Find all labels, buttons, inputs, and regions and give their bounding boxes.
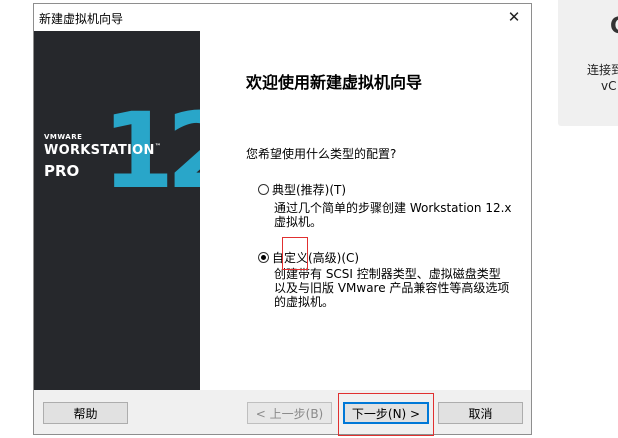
typical-radio[interactable] [258, 184, 269, 195]
typical-desc-line1: 通过几个简单的步骤创建 Workstation 12.x [274, 201, 512, 215]
wizard-content: 欢迎使用新建虚拟机向导 您希望使用什么类型的配置? 典型(推荐)(T) 通过几个… [200, 31, 531, 390]
banner-product-name: WORKSTATION™ [44, 143, 161, 158]
cancel-button[interactable]: 取消 [438, 402, 523, 424]
custom-desc-line1: 创建带有 SCSI 控制器类型、虚拟磁盘类型 [274, 267, 501, 281]
dialog-titlebar[interactable]: 新建虚拟机向导 ✕ [34, 4, 531, 31]
custom-desc-line3: 的虚拟机。 [274, 295, 335, 309]
custom-desc-line2: 以及与旧版 VMware 产品兼容性等高级选项 [274, 281, 510, 295]
banner-brand: VMWARE [44, 133, 83, 141]
vcenter-card-icon: C [610, 14, 618, 39]
welcome-heading: 欢迎使用新建虚拟机向导 [246, 73, 423, 92]
vcenter-card-label-line1: 连接到 [587, 63, 618, 77]
typical-radio-label[interactable]: 典型(推荐)(T) [272, 181, 346, 198]
help-button[interactable]: 帮助 [43, 402, 128, 424]
config-question: 您希望使用什么类型的配置? [246, 147, 397, 161]
custom-option[interactable]: 自定义(高级)(C) [258, 249, 359, 266]
close-button[interactable]: ✕ [497, 4, 531, 31]
custom-description: 创建带有 SCSI 控制器类型、虚拟磁盘类型 以及与旧版 VMware 产品兼容… [274, 267, 509, 309]
banner-edition: PRO [44, 162, 80, 180]
next-highlight-box [338, 393, 434, 436]
typical-option[interactable]: 典型(推荐)(T) [258, 181, 346, 198]
vcenter-card-label-line2: vC [601, 79, 617, 93]
product-banner: 12 VMWARE WORKSTATION™ PRO [34, 31, 200, 390]
wizard-footer: 帮助 < 上一步(B) 下一步(N) > 取消 [34, 390, 531, 436]
custom-radio[interactable] [258, 252, 269, 263]
background-left-strip [0, 0, 34, 438]
typical-desc-line2: 虚拟机。 [274, 215, 323, 229]
back-button[interactable]: < 上一步(B) [247, 402, 332, 424]
radio-highlight-box [282, 237, 308, 270]
banner-trademark: ™ [154, 143, 161, 150]
banner-product-text: WORKSTATION [44, 143, 155, 158]
dialog-title: 新建虚拟机向导 [39, 12, 124, 26]
typical-description: 通过几个简单的步骤创建 Workstation 12.x 虚拟机。 [274, 201, 512, 229]
new-vm-wizard-dialog: 新建虚拟机向导 ✕ 12 VMWARE WORKSTATION™ PRO 欢迎使… [33, 3, 532, 436]
